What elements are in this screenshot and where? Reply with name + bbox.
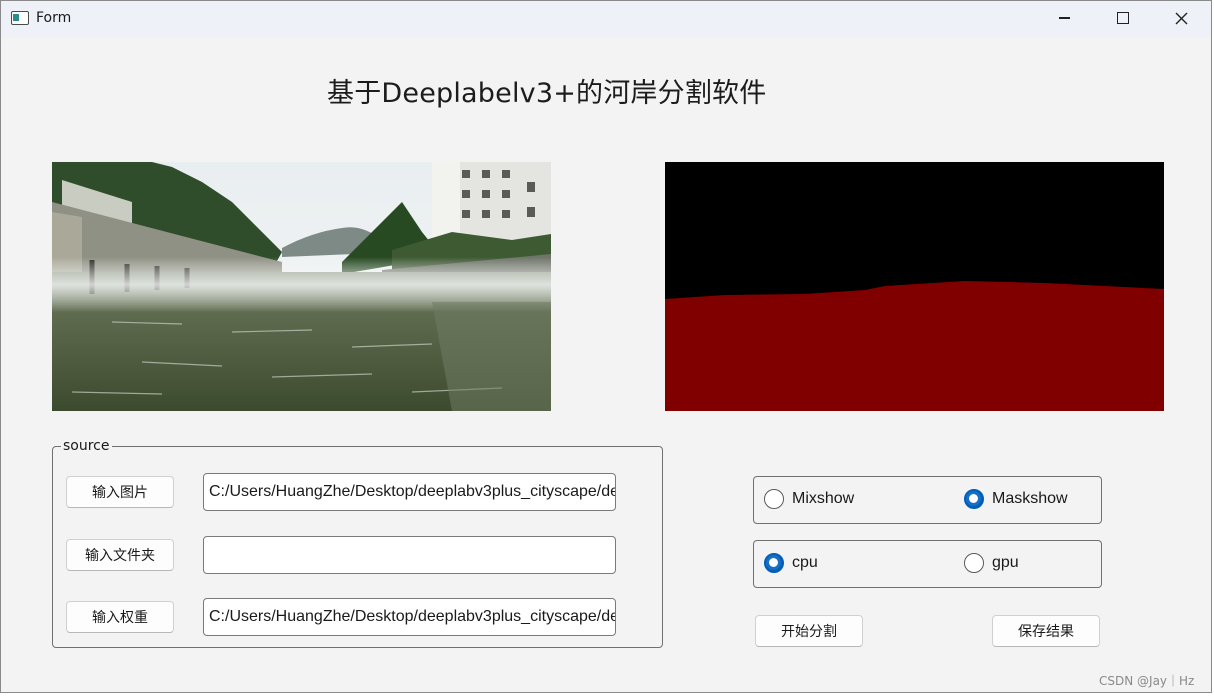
page-title: 基于Deeplabelv3+的河岸分割软件 — [327, 78, 767, 109]
mask-image — [665, 162, 1164, 411]
title-bar[interactable]: Form — [1, 1, 1211, 37]
app-window: Form 基于Deeplabelv3+的河岸分割软件 source 输入图片 C… — [0, 0, 1212, 693]
river-bank-photo — [52, 162, 551, 411]
save-result-button[interactable]: 保存结果 — [992, 615, 1100, 647]
source-group-label: source — [61, 438, 112, 454]
cpu-label: cpu — [792, 554, 818, 571]
radio-checked-icon — [764, 553, 784, 573]
mixshow-label: Mixshow — [792, 490, 855, 507]
cpu-radio[interactable]: cpu — [764, 553, 818, 573]
input-weights-button[interactable]: 输入权重 — [66, 601, 174, 633]
image-path-field[interactable]: C:/Users/HuangZhe/Desktop/deeplabv3plus_… — [203, 473, 616, 511]
app-window-icon — [11, 11, 29, 25]
watermark: CSDN @Jay｜Hz — [1099, 674, 1195, 688]
maximize-button[interactable] — [1094, 1, 1152, 35]
folder-path-field[interactable] — [203, 536, 616, 574]
weights-path-field[interactable]: C:/Users/HuangZhe/Desktop/deeplabv3plus_… — [203, 598, 616, 636]
close-icon — [1175, 12, 1187, 24]
close-button[interactable] — [1152, 1, 1210, 35]
maskshow-label: Maskshow — [992, 490, 1068, 507]
minimize-icon — [1058, 17, 1070, 19]
input-image-button[interactable]: 输入图片 — [66, 476, 174, 508]
gpu-radio[interactable]: gpu — [964, 553, 1019, 573]
source-image — [52, 162, 551, 411]
minimize-button[interactable] — [1035, 1, 1093, 35]
start-segmentation-button[interactable]: 开始分割 — [755, 615, 863, 647]
gpu-label: gpu — [992, 554, 1019, 571]
maximize-icon — [1117, 12, 1129, 24]
maskshow-radio[interactable]: Maskshow — [964, 489, 1068, 509]
mixshow-radio[interactable]: Mixshow — [764, 489, 854, 509]
radio-unchecked-icon — [764, 489, 784, 509]
segmentation-mask — [665, 162, 1164, 411]
input-folder-button[interactable]: 输入文件夹 — [66, 539, 174, 571]
radio-checked-icon — [964, 489, 984, 509]
window-title: Form — [36, 10, 72, 26]
radio-unchecked-icon — [964, 553, 984, 573]
